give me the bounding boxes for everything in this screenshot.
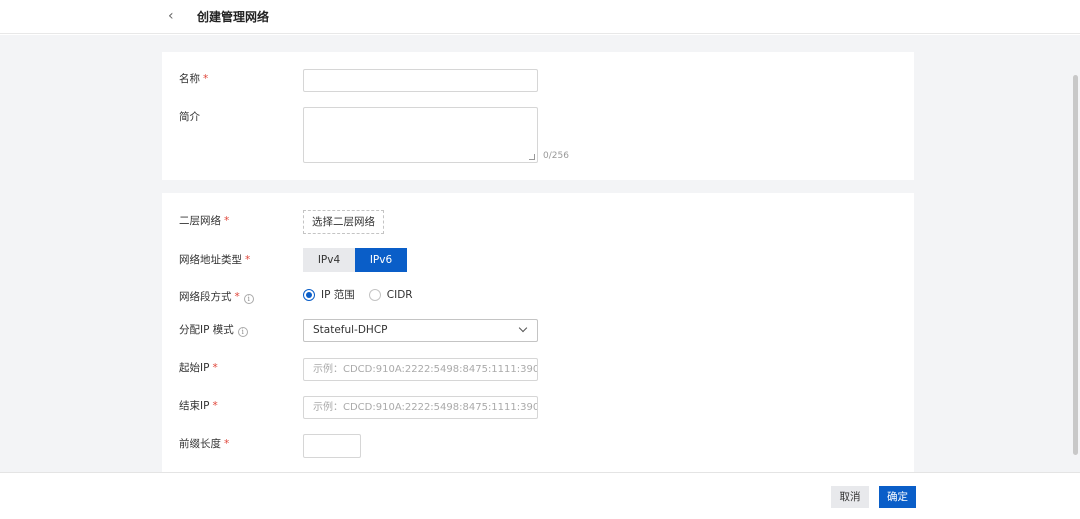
start-ip-label: 起始IP * [179, 362, 218, 374]
segment-mode-ip-range[interactable]: IP 范围 [303, 288, 355, 302]
radio-checked-icon[interactable] [303, 289, 315, 301]
form-content: 名称 * 简介 0/256 二层网络 * 选择二层网络 网络地址类型 * IPv4 I… [0, 35, 1080, 472]
address-type-ipv6[interactable]: IPv6 [355, 248, 407, 272]
chevron-down-icon [518, 323, 528, 333]
chevron-left-icon[interactable]: ‹ [168, 7, 184, 25]
select-l2-network-button[interactable]: 选择二层网络 [303, 210, 384, 234]
resize-handle-icon[interactable] [529, 154, 535, 160]
address-type-ipv4[interactable]: IPv4 [303, 248, 355, 272]
network-settings-card: 二层网络 * 选择二层网络 网络地址类型 * IPv4 IPv6 网络段方式 * i I… [162, 193, 914, 472]
ip-allocation-label: 分配IP 模式 i [179, 323, 248, 337]
address-type-label: 网络地址类型 * [179, 254, 251, 266]
footer-bar: 取消 确定 [0, 472, 1080, 519]
start-ip-input[interactable]: 示例：CDCD:910A:2222:5498:8475:1111:3900:20… [303, 358, 538, 381]
name-input[interactable] [303, 69, 538, 92]
info-icon[interactable]: i [237, 327, 248, 337]
description-char-count: 0/256 [543, 151, 569, 161]
confirm-button[interactable]: 确定 [879, 486, 916, 508]
segment-mode-label: 网络段方式 * i [179, 290, 254, 304]
name-label: 名称 * [179, 73, 209, 85]
ip-allocation-select[interactable]: Stateful-DHCP [303, 319, 538, 342]
info-icon[interactable]: i [243, 294, 254, 304]
top-bar: ‹ 创建管理网络 [0, 0, 1080, 34]
end-ip-label: 结束IP * [179, 400, 218, 412]
page-title: 创建管理网络 [197, 10, 270, 24]
radio-unchecked-icon[interactable] [368, 289, 381, 301]
scrollbar[interactable] [1073, 75, 1078, 455]
l2-network-label: 二层网络 * [179, 215, 230, 227]
prefix-length-input[interactable] [303, 434, 361, 458]
prefix-length-label: 前缀长度 * [179, 438, 230, 450]
description-label: 简介 [179, 111, 200, 123]
basic-info-card: 名称 * 简介 0/256 [162, 52, 914, 180]
address-type-toggle: IPv4 IPv6 [303, 248, 407, 272]
description-textarea[interactable] [303, 107, 538, 163]
segment-mode-radio-group: IP 范围 CIDR [303, 288, 427, 302]
cancel-button[interactable]: 取消 [831, 486, 869, 508]
segment-mode-cidr[interactable]: CIDR [368, 288, 413, 302]
end-ip-input[interactable]: 示例：CDCD:910A:2222:5498:8475:1111:3900:20… [303, 396, 538, 419]
